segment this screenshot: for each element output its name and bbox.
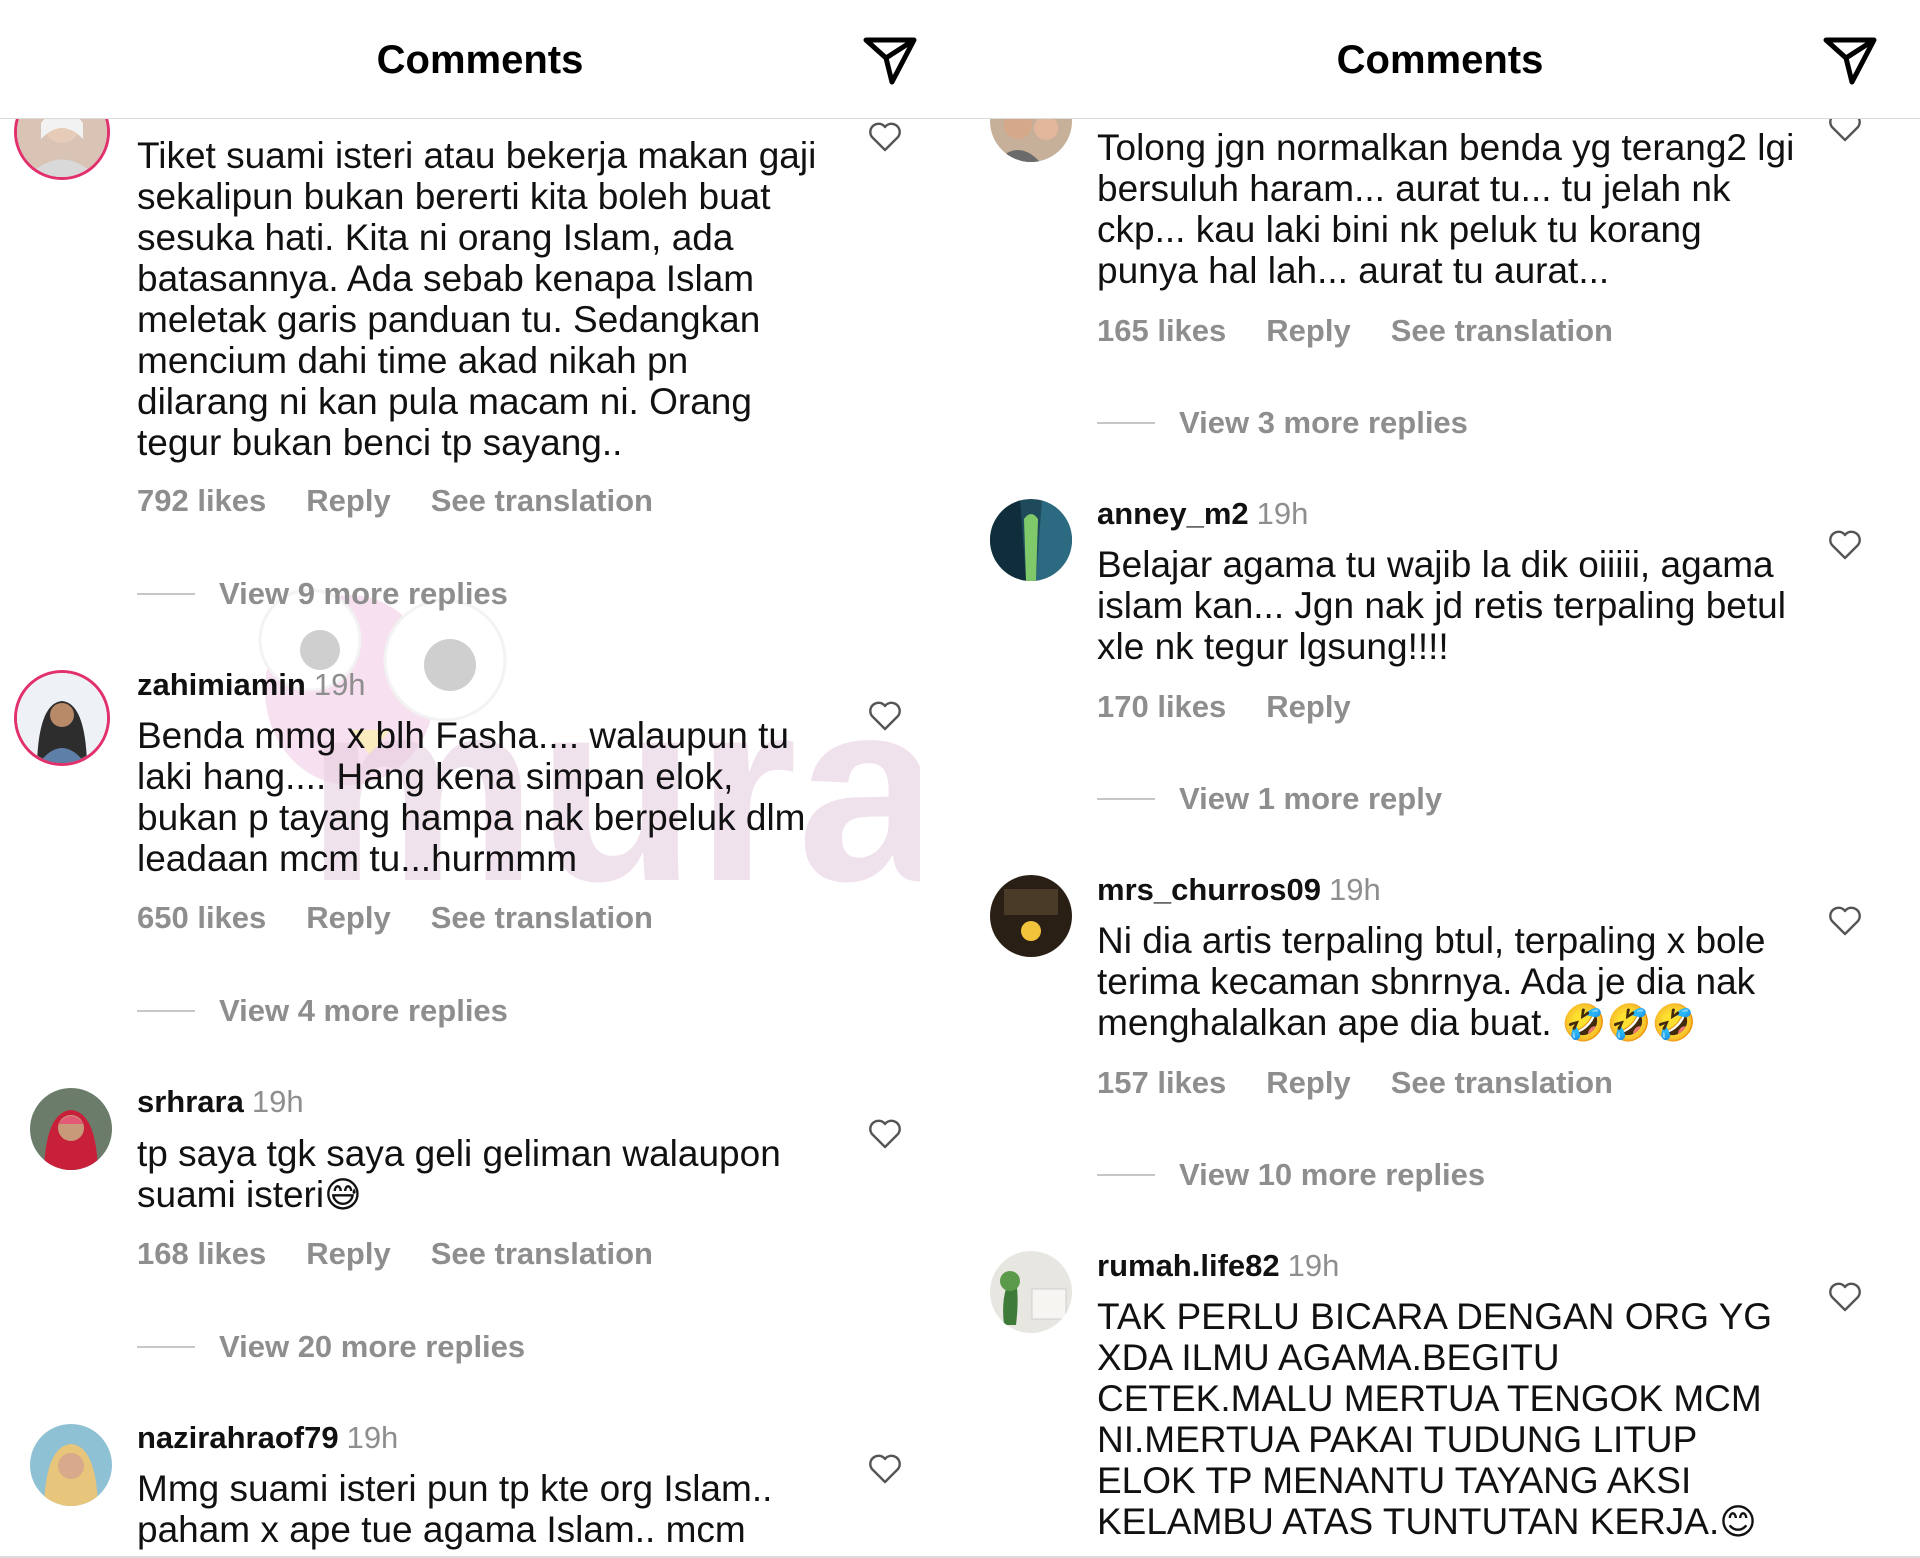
send-icon[interactable] xyxy=(1822,34,1878,86)
likes-count[interactable]: 157 likes xyxy=(1097,1065,1226,1100)
heart-icon[interactable] xyxy=(868,701,902,731)
comment-body: tp saya tgk saya geli geliman walaupon s… xyxy=(137,1133,781,1215)
divider xyxy=(1097,422,1155,424)
comment-list: Tolong jgn normalkan benda yg terang2 lg… xyxy=(960,0,1920,1558)
likes-count[interactable]: 168 likes xyxy=(137,1236,266,1271)
divider xyxy=(1097,798,1155,800)
timestamp: 19h xyxy=(1287,1248,1340,1283)
comment-text: Ni dia artis terpaling btul, terpaling x… xyxy=(1097,920,1797,1043)
comment-header: rumah.life82 19h xyxy=(1097,1248,1339,1284)
comments-header: Comments xyxy=(960,0,1920,119)
heart-icon[interactable] xyxy=(1828,1282,1862,1312)
avatar[interactable] xyxy=(990,875,1072,957)
comment-header: anney_m2 19h xyxy=(1097,496,1308,532)
comment-text: Mmg suami isteri pun tp kte org Islam.. … xyxy=(137,1468,773,1550)
likes-count[interactable]: 650 likes xyxy=(137,900,266,935)
timestamp: 19h xyxy=(1329,872,1381,907)
heart-icon[interactable] xyxy=(1828,530,1862,560)
heart-icon[interactable] xyxy=(868,1119,902,1149)
username-link[interactable]: srhrara xyxy=(137,1084,244,1119)
reply-button[interactable]: Reply xyxy=(306,483,390,518)
view-replies-label: View 10 more replies xyxy=(1179,1157,1486,1192)
avatar[interactable] xyxy=(14,670,110,766)
comment-meta: 168 likes Reply See translation xyxy=(137,1236,693,1272)
see-translation-link[interactable]: See translation xyxy=(1391,313,1613,348)
comments-panel-left: Comments murai Tiket suami isteri atau b… xyxy=(0,0,960,1558)
comment-text: Tiket suami isteri atau bekerja makan ga… xyxy=(137,135,817,463)
page-title: Comments xyxy=(1336,38,1544,82)
emoji: 🤣🤣🤣 xyxy=(1561,1002,1697,1043)
divider xyxy=(1097,1174,1155,1176)
username-link[interactable]: anney_m2 xyxy=(1097,496,1249,531)
reply-button[interactable]: Reply xyxy=(1266,1065,1350,1100)
divider xyxy=(137,593,195,595)
view-replies-button[interactable]: View 3 more replies xyxy=(1097,405,1468,441)
view-replies-label: View 4 more replies xyxy=(219,993,508,1028)
heart-icon[interactable] xyxy=(868,1454,902,1484)
comment-meta: 170 likes Reply xyxy=(1097,689,1391,725)
see-translation-link[interactable]: See translation xyxy=(1391,1065,1613,1100)
view-replies-button[interactable]: View 9 more replies xyxy=(137,576,508,612)
timestamp: 19h xyxy=(251,1084,304,1119)
divider xyxy=(137,1010,195,1012)
see-translation-link[interactable]: See translation xyxy=(431,483,653,518)
view-replies-button[interactable]: View 20 more replies xyxy=(137,1329,525,1365)
timestamp: 19h xyxy=(346,1420,399,1455)
view-replies-label: View 20 more replies xyxy=(219,1329,526,1364)
comment-header: nazirahraof79 19h xyxy=(137,1420,398,1456)
likes-count[interactable]: 170 likes xyxy=(1097,689,1226,724)
emoji: 😅 xyxy=(324,1174,362,1215)
view-replies-button[interactable]: View 1 more reply xyxy=(1097,781,1442,817)
comment-meta: 157 likes Reply See translation xyxy=(1097,1065,1653,1101)
comment-text: Benda mmg x blh Fasha.... walaupun tu la… xyxy=(137,715,806,879)
avatar[interactable] xyxy=(30,1088,112,1170)
username-link[interactable]: nazirahraof79 xyxy=(137,1420,339,1455)
timestamp: 19h xyxy=(1256,496,1309,531)
avatar[interactable] xyxy=(990,499,1072,581)
avatar[interactable] xyxy=(990,1251,1072,1333)
comment-text: TAK PERLU BICARA DENGAN ORG YG XDA ILMU … xyxy=(1097,1296,1797,1542)
comment-text: Tolong jgn normalkan benda yg terang2 lg… xyxy=(1097,127,1795,291)
username-link[interactable]: mrs_churros09 xyxy=(1097,872,1321,907)
likes-count[interactable]: 165 likes xyxy=(1097,313,1226,348)
page-title: Comments xyxy=(376,38,584,82)
comment-meta: 650 likes Reply See translation xyxy=(137,900,693,936)
heart-icon[interactable] xyxy=(1828,906,1862,936)
reply-button[interactable]: Reply xyxy=(306,900,390,935)
avatar[interactable] xyxy=(30,1424,112,1506)
likes-count[interactable]: 792 likes xyxy=(137,483,266,518)
username-link[interactable]: zahimiamin xyxy=(137,667,306,702)
comments-header: Comments xyxy=(0,0,960,119)
comments-panel-right: Comments Tolong jgn normalkan benda yg t… xyxy=(960,0,1920,1558)
reply-button[interactable]: Reply xyxy=(306,1236,390,1271)
comment-header: zahimiamin 19h xyxy=(137,667,366,703)
comment-header: mrs_churros09 19h xyxy=(1097,872,1381,908)
view-replies-label: View 1 more reply xyxy=(1179,781,1443,816)
comment-header: srhrara 19h xyxy=(137,1084,304,1120)
timestamp: 19h xyxy=(313,667,366,702)
view-replies-label: View 3 more replies xyxy=(1179,405,1468,440)
view-replies-button[interactable]: View 4 more replies xyxy=(137,993,508,1029)
send-icon[interactable] xyxy=(862,34,918,86)
emoji: 😊 xyxy=(1719,1501,1757,1542)
comment-meta: 165 likes Reply See translation xyxy=(1097,313,1653,349)
comment-text: Belajar agama tu wajib la dik oiiiii, ag… xyxy=(1097,544,1786,667)
reply-button[interactable]: Reply xyxy=(1266,313,1350,348)
view-replies-label: View 9 more replies xyxy=(219,576,508,611)
heart-icon[interactable] xyxy=(868,122,902,152)
comment-body: TAK PERLU BICARA DENGAN ORG YG XDA ILMU … xyxy=(1097,1296,1773,1542)
comment-meta: 792 likes Reply See translation xyxy=(137,483,693,519)
comment-list: Tiket suami isteri atau bekerja makan ga… xyxy=(0,0,960,1558)
reply-button[interactable]: Reply xyxy=(1266,689,1350,724)
view-replies-button[interactable]: View 10 more replies xyxy=(1097,1157,1485,1193)
see-translation-link[interactable]: See translation xyxy=(431,1236,653,1271)
see-translation-link[interactable]: See translation xyxy=(431,900,653,935)
comment-text: tp saya tgk saya geli geliman walaupon s… xyxy=(137,1133,827,1215)
username-link[interactable]: rumah.life82 xyxy=(1097,1248,1280,1283)
divider xyxy=(137,1346,195,1348)
